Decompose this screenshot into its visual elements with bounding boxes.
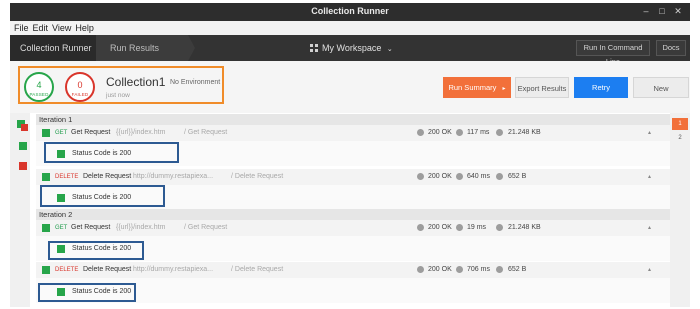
collapse-caret-icon[interactable]: ▴ — [648, 125, 651, 141]
request-path: / Get Request — [184, 224, 228, 231]
highlight-annotation-blue — [40, 185, 165, 207]
new-button[interactable]: New — [633, 77, 689, 98]
highlight-annotation-blue — [48, 241, 144, 260]
breadcrumb-separator — [188, 35, 195, 61]
caret-right-icon: ▸ — [502, 86, 506, 92]
run-in-command-line-button[interactable]: Run In Command Line — [576, 40, 650, 66]
breadcrumb-collection-runner[interactable]: Collection Runner — [10, 35, 96, 61]
page-1-button[interactable]: 1 — [672, 118, 688, 130]
request-method: GET — [55, 130, 68, 136]
response-time: 117 ms — [467, 129, 490, 136]
highlight-annotation-blue — [38, 283, 136, 302]
menu-edit[interactable]: Edit — [33, 23, 49, 33]
retry-button[interactable]: Retry — [574, 77, 628, 98]
results-strip — [10, 113, 30, 307]
response-time: 640 ms — [467, 173, 490, 180]
menu-view[interactable]: View — [52, 23, 71, 33]
response-size: 652 B — [508, 173, 527, 180]
time-dot — [456, 173, 463, 180]
fail-marker — [21, 124, 28, 131]
response-size: 21.248 KB — [508, 129, 541, 136]
size-dot — [496, 266, 503, 273]
size-dot — [496, 173, 503, 180]
request-url: {{url}}/index.htm — [116, 129, 166, 136]
pass-marker — [42, 173, 50, 181]
request-row[interactable]: DELETE Delete Request http://dummy.resta… — [36, 169, 670, 185]
request-row[interactable]: GET Get Request {{url}}/index.htm / Get … — [36, 125, 670, 141]
iteration-header: Iteration 1 — [36, 114, 670, 125]
export-results-button[interactable]: Export Results — [515, 77, 569, 98]
minimize-icon[interactable]: – — [640, 6, 652, 16]
response-status: 200 OK — [428, 173, 452, 180]
response-status: 200 OK — [428, 266, 452, 273]
request-name: Get Request — [71, 129, 111, 136]
window-title: Collection Runner — [311, 6, 389, 16]
breadcrumb-run-results[interactable]: Run Results — [96, 35, 188, 61]
status-dot — [417, 266, 424, 273]
pass-marker — [42, 224, 50, 232]
request-method: DELETE — [55, 174, 79, 180]
time-dot — [456, 224, 463, 231]
menu-file[interactable]: File — [14, 23, 29, 33]
window-titlebar: Collection Runner – □ ✕ — [10, 3, 690, 21]
workspace-selector[interactable]: My Workspace ⌄ — [310, 35, 393, 61]
request-name: Delete Request — [83, 266, 132, 273]
menu-help[interactable]: Help — [75, 23, 94, 33]
size-dot — [496, 224, 503, 231]
request-method: DELETE — [55, 267, 79, 273]
request-method: GET — [55, 225, 68, 231]
request-path: / Delete Request — [231, 266, 284, 273]
run-summary-button[interactable]: Run Summary ▸ — [443, 77, 511, 98]
time-dot — [456, 129, 463, 136]
menu-bar: File Edit View Help — [10, 21, 690, 35]
request-path: / Delete Request — [231, 173, 284, 180]
pass-marker — [42, 129, 50, 137]
response-time: 706 ms — [467, 266, 490, 273]
request-name: Delete Request — [83, 173, 132, 180]
collapse-caret-icon[interactable]: ▴ — [648, 220, 651, 236]
docs-button[interactable]: Docs — [656, 40, 686, 56]
iteration-pager: 1 2 — [670, 113, 690, 307]
iteration-header: Iteration 2 — [36, 209, 670, 220]
response-size: 652 B — [508, 266, 527, 273]
request-row[interactable]: DELETE Delete Request http://dummy.resta… — [36, 262, 670, 278]
grid-icon — [310, 36, 318, 52]
collapse-caret-icon[interactable]: ▴ — [648, 169, 651, 185]
response-time: 19 ms — [467, 224, 487, 231]
pass-marker — [42, 266, 50, 274]
status-dot — [417, 173, 424, 180]
status-dot — [417, 129, 424, 136]
toolbar: Collection Runner Run Results My Workspa… — [10, 35, 690, 66]
request-path: / Get Request — [184, 129, 228, 136]
response-size: 21.248 KB — [508, 224, 541, 231]
page-2-button[interactable]: 2 — [672, 132, 688, 144]
size-dot — [496, 129, 503, 136]
request-url: http://dummy.restapiexa... — [133, 266, 214, 273]
time-dot — [456, 266, 463, 273]
highlight-annotation-orange — [18, 66, 224, 104]
response-status: 200 OK — [428, 224, 452, 231]
request-url: http://dummy.restapiexa... — [133, 173, 214, 180]
run-summary-label: Run Summary — [448, 83, 497, 92]
status-dot — [417, 224, 424, 231]
request-url: {{url}}/index.htm — [116, 224, 166, 231]
pass-marker — [19, 142, 27, 150]
fail-marker — [19, 162, 27, 170]
highlight-annotation-blue — [44, 142, 179, 163]
response-status: 200 OK — [428, 129, 452, 136]
request-row[interactable]: GET Get Request {{url}}/index.htm / Get … — [36, 220, 670, 236]
maximize-icon[interactable]: □ — [656, 6, 668, 16]
workspace-name: My Workspace — [322, 43, 382, 53]
close-icon[interactable]: ✕ — [672, 6, 684, 17]
request-name: Get Request — [71, 224, 111, 231]
collapse-caret-icon[interactable]: ▴ — [648, 262, 651, 278]
chevron-down-icon: ⌄ — [386, 46, 393, 53]
